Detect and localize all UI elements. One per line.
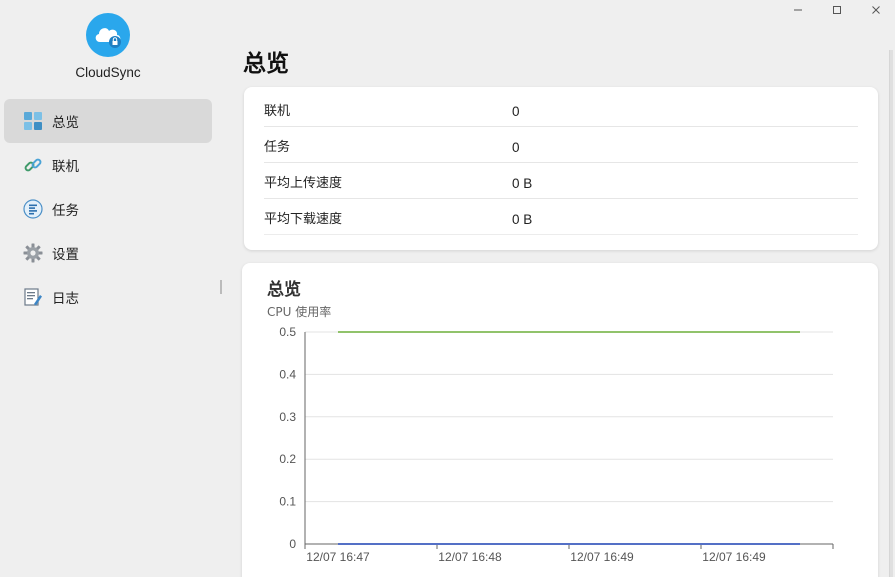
- sidebar-item-label: 日志: [52, 291, 79, 307]
- stat-label: 联机: [264, 104, 291, 119]
- stat-label: 平均上传速度: [264, 176, 343, 191]
- window-controls: [778, 0, 895, 20]
- sidebar-item-overview[interactable]: 总览: [4, 99, 212, 143]
- y-tick-label: 0.5: [279, 325, 296, 339]
- sidebar: CloudSync 总览 联机 任务 设置 日志: [0, 0, 222, 577]
- chart-card: 总览 CPU 使用率 0.5 0.4 0.3 0.2 0.1 0 12/07 16:47 12…: [242, 263, 878, 577]
- stat-row-tasks: 任务 0: [264, 127, 858, 163]
- x-tick-label: 12/07 16:47: [306, 550, 370, 564]
- x-tick-label: 12/07 16:49: [570, 550, 634, 564]
- sidebar-item-logs[interactable]: 日志: [4, 275, 212, 319]
- stat-value: 0 B: [512, 212, 533, 227]
- y-tick-label: 0.4: [279, 367, 296, 381]
- stat-value: 0: [512, 140, 520, 155]
- close-icon[interactable]: [856, 0, 895, 20]
- stat-label: 平均下载速度: [264, 212, 343, 227]
- sidebar-item-label: 任务: [52, 203, 79, 219]
- y-tick-label: 0: [289, 537, 296, 551]
- scrollbar[interactable]: [889, 50, 893, 577]
- dashboard-grid-icon: [22, 110, 44, 132]
- gear-icon: [22, 242, 44, 264]
- stat-row-upload-speed: 平均上传速度 0 B: [264, 163, 858, 199]
- sidebar-nav: 总览 联机 任务 设置 日志: [4, 99, 212, 319]
- cloud-lock-icon: [86, 13, 130, 57]
- link-icon: [22, 154, 44, 176]
- sidebar-item-tasks[interactable]: 任务: [4, 187, 212, 231]
- maximize-icon[interactable]: [817, 0, 856, 20]
- sidebar-item-settings[interactable]: 设置: [4, 231, 212, 275]
- page-title: 总览: [243, 51, 289, 77]
- minimize-icon[interactable]: [778, 0, 817, 20]
- app-window: CloudSync 总览 联机 任务 设置 日志 总览 联机 0 任务 0 平均…: [0, 0, 895, 577]
- stat-label: 任务: [264, 140, 291, 155]
- sidebar-item-connect[interactable]: 联机: [4, 143, 212, 187]
- y-tick-label: 0.2: [279, 452, 296, 466]
- y-tick-label: 0.3: [279, 410, 296, 424]
- x-tick-label: 12/07 16:49: [702, 550, 766, 564]
- sidebar-item-label: 总览: [52, 115, 79, 131]
- y-tick-label: 0.1: [279, 495, 296, 509]
- stat-value: 0: [512, 104, 520, 119]
- stats-card: 联机 0 任务 0 平均上传速度 0 B 平均下载速度 0 B: [244, 87, 878, 250]
- stat-row-connections: 联机 0: [264, 91, 858, 127]
- app-name: CloudSync: [75, 65, 141, 80]
- sidebar-item-label: 联机: [52, 159, 79, 175]
- cpu-usage-chart: 0.5 0.4 0.3 0.2 0.1 0 12/07 16:47 12/07 16:48 12…: [279, 325, 834, 564]
- stat-row-download-speed: 平均下载速度 0 B: [264, 199, 858, 235]
- x-tick-label: 12/07 16:48: [438, 550, 502, 564]
- log-document-icon: [22, 286, 44, 308]
- sidebar-item-label: 设置: [52, 247, 79, 263]
- task-list-icon: [22, 198, 44, 220]
- sidebar-resize-handle[interactable]: [220, 280, 222, 294]
- stat-value: 0 B: [512, 176, 533, 191]
